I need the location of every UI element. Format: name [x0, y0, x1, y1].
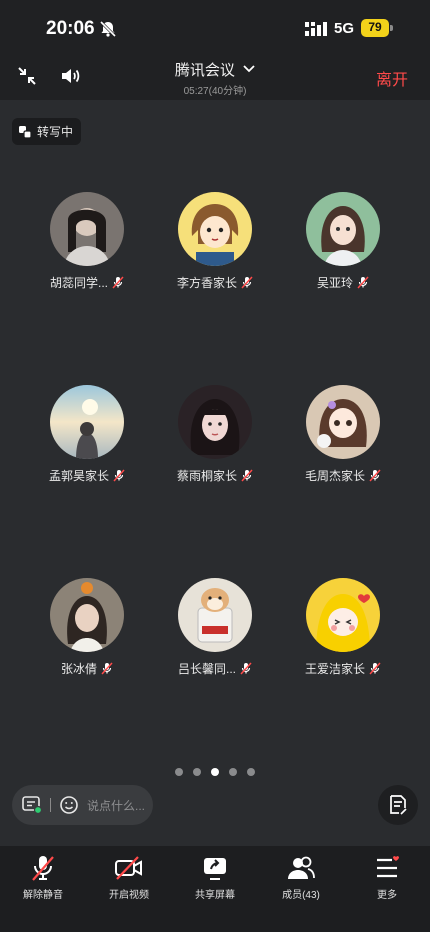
page-dot[interactable]: [175, 768, 183, 776]
menu-icon: [377, 856, 399, 878]
participant-tile[interactable]: 毛周杰家长: [279, 385, 407, 484]
battery-level: 79: [368, 20, 382, 34]
more-label: 更多: [377, 890, 397, 901]
participant-tile[interactable]: 吕长馨同...: [151, 578, 279, 677]
leave-button[interactable]: 离开: [376, 66, 408, 90]
page-dot[interactable]: [247, 768, 255, 776]
share-screen-label: 共享屏幕: [195, 890, 235, 901]
chat-input-bar[interactable]: 说点什么...: [12, 785, 153, 825]
chevron-down-icon: [243, 60, 255, 77]
transcribe-badge[interactable]: 转写中: [12, 118, 82, 145]
avatar: [50, 578, 124, 652]
signal-icon: [305, 22, 327, 41]
network-label: 5G: [334, 20, 355, 37]
members-label: 成员(43): [282, 890, 320, 901]
avatar: [306, 578, 380, 652]
avatar: [306, 192, 380, 266]
page-indicator[interactable]: [0, 768, 430, 776]
transcribe-icon: [19, 125, 32, 139]
page-dot-active[interactable]: [211, 768, 219, 776]
avatar: [178, 192, 252, 266]
mic-muted-icon: [113, 469, 125, 482]
mic-muted-icon: [101, 662, 113, 675]
share-screen-icon: [204, 858, 226, 880]
emoji-icon[interactable]: [59, 795, 79, 815]
danmaku-toggle-icon[interactable]: [22, 796, 42, 814]
notes-icon: [390, 795, 407, 815]
mic-muted-icon: [241, 276, 253, 289]
meeting-header: 腾讯会议 05:27(40分钟) 离开: [0, 56, 430, 100]
participant-name: 胡蕊同学...: [49, 276, 108, 290]
participant-tile[interactable]: 李方香家长: [151, 192, 279, 291]
mic-muted-icon: [369, 662, 381, 675]
mic-muted-icon: [112, 276, 124, 289]
bell-muted-icon: [99, 20, 117, 43]
status-bar: 20:06 5G 79: [0, 0, 430, 56]
avatar: [50, 385, 124, 459]
mic-muted-icon: [369, 469, 381, 482]
members-button[interactable]: 成员(43): [258, 846, 344, 932]
chat-placeholder[interactable]: 说点什么...: [87, 797, 145, 814]
avatar: [178, 578, 252, 652]
notes-button[interactable]: [378, 785, 418, 825]
transcribe-label: 转写中: [37, 125, 74, 139]
participant-name: 王爱洁家长: [304, 662, 365, 676]
avatar: [306, 385, 380, 459]
page-dot[interactable]: [229, 768, 237, 776]
participant-name: 毛周杰家长: [304, 469, 365, 483]
camera-off-icon: [115, 856, 142, 880]
mic-muted-icon: [240, 662, 252, 675]
battery-indicator: 79: [361, 19, 393, 37]
participant-name: 张冰倩: [60, 662, 97, 676]
mic-muted-icon: [357, 276, 369, 289]
bottom-toolbar: 解除静音 开启视频 共享屏幕 成员(43) 更多: [0, 846, 430, 932]
participant-tile[interactable]: 蔡雨桐家长: [151, 385, 279, 484]
participant-tile[interactable]: 张冰倩: [23, 578, 151, 677]
participant-name: 吴亚玲: [316, 276, 353, 290]
participant-tile[interactable]: 胡蕊同学...: [23, 192, 151, 291]
share-screen-button[interactable]: 共享屏幕: [172, 846, 258, 932]
participant-name: 吕长馨同...: [177, 662, 236, 676]
avatar: [50, 192, 124, 266]
unmute-button[interactable]: 解除静音: [0, 846, 86, 932]
participant-name: 李方香家长: [176, 276, 237, 290]
members-icon: [288, 856, 315, 879]
mic-muted-icon: [32, 856, 54, 881]
meeting-title-text: 腾讯会议: [174, 62, 235, 79]
more-button[interactable]: 更多: [344, 846, 430, 932]
participant-tile[interactable]: 孟郭昊家长: [23, 385, 151, 484]
status-time: 20:06: [46, 18, 95, 39]
unmute-label: 解除静音: [23, 890, 63, 901]
page-dot[interactable]: [193, 768, 201, 776]
meeting-duration: 05:27(40分钟): [183, 86, 247, 97]
participant-tile[interactable]: 吴亚玲: [279, 192, 407, 291]
mic-muted-icon: [241, 469, 253, 482]
start-video-button[interactable]: 开启视频: [86, 846, 172, 932]
avatar: [178, 385, 252, 459]
participant-tile[interactable]: 王爱洁家长: [279, 578, 407, 677]
meeting-title[interactable]: 腾讯会议: [0, 59, 430, 80]
participant-name: 蔡雨桐家长: [176, 469, 237, 483]
participant-name: 孟郭昊家长: [48, 469, 109, 483]
start-video-label: 开启视频: [109, 890, 149, 901]
